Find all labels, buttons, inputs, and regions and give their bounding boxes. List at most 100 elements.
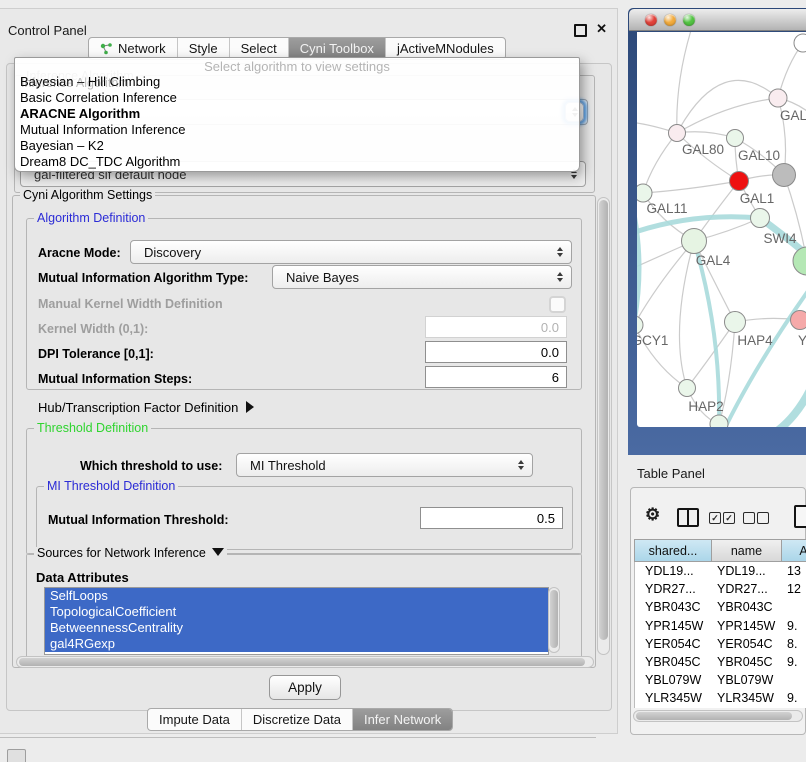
network-node[interactable] bbox=[773, 164, 796, 187]
sources-group-title[interactable]: Sources for Network Inference bbox=[34, 547, 227, 559]
aracne-mode-combo[interactable]: Discovery bbox=[130, 240, 572, 264]
network-edge bbox=[694, 241, 719, 424]
network-node[interactable] bbox=[682, 229, 707, 254]
algorithm-option[interactable]: ARACNE Algorithm bbox=[15, 106, 579, 122]
table-row[interactable]: YDR27...YDR27...12 bbox=[635, 580, 806, 598]
network-node[interactable] bbox=[794, 34, 806, 52]
table-cell: YDR27... bbox=[717, 582, 787, 596]
tab-select[interactable]: Select bbox=[229, 38, 288, 59]
mi-threshold-field[interactable]: 0.5 bbox=[420, 507, 563, 529]
aracne-mode-value: Discovery bbox=[144, 245, 201, 260]
table-row[interactable]: YBR043CYBR043C bbox=[635, 598, 806, 616]
algorithm-option[interactable]: Bayesian – K2 bbox=[15, 138, 579, 154]
kernel-width-label: Kernel Width (0,1): bbox=[38, 322, 148, 336]
mi-steps-field[interactable]: 6 bbox=[425, 366, 567, 388]
bottom-tabbar: Impute Data Discretize Data Infer Networ… bbox=[147, 708, 453, 731]
settings-horizontal-scrollbar[interactable] bbox=[16, 656, 594, 668]
table-row[interactable]: YBL079WYBL079W bbox=[635, 671, 806, 689]
tab-label: jActiveMNodules bbox=[397, 41, 494, 56]
column-header-partial[interactable]: A bbox=[782, 539, 806, 562]
settings-vertical-scrollbar[interactable] bbox=[597, 197, 610, 655]
tab-discretize-data[interactable]: Discretize Data bbox=[241, 709, 352, 730]
table-cell: YER054C bbox=[635, 637, 717, 651]
table-cell: YDR27... bbox=[635, 582, 717, 596]
table-row[interactable]: YDL19...YDL19...13 bbox=[635, 562, 806, 580]
control-panel-title: Control Panel bbox=[8, 23, 87, 38]
minimize-window-icon[interactable] bbox=[664, 14, 676, 26]
aracne-mode-label: Aracne Mode: bbox=[38, 246, 121, 260]
tab-label: Select bbox=[241, 41, 277, 56]
algorithm-option[interactable]: Mutual Information Inference bbox=[15, 122, 579, 138]
table-cell: YBR045C bbox=[635, 655, 717, 669]
tab-impute-data[interactable]: Impute Data bbox=[148, 709, 241, 730]
network-edge bbox=[773, 384, 806, 427]
gear-icon[interactable]: ⚙ bbox=[645, 506, 660, 524]
network-node[interactable] bbox=[637, 316, 643, 334]
network-node[interactable] bbox=[725, 312, 746, 333]
column-header-shared[interactable]: shared... bbox=[634, 539, 712, 562]
data-attribute-item[interactable]: SelfLoops bbox=[45, 588, 548, 604]
network-node[interactable] bbox=[730, 172, 749, 191]
data-attribute-item[interactable]: BetweennessCentrality bbox=[45, 620, 548, 636]
table-row[interactable]: YBR045CYBR045C9. bbox=[635, 653, 806, 671]
network-node[interactable] bbox=[791, 311, 806, 330]
tab-infer-network[interactable]: Infer Network bbox=[352, 709, 452, 730]
table-row[interactable]: YLR345WYLR345W9. bbox=[635, 689, 806, 707]
table-horizontal-scrollbar[interactable] bbox=[633, 710, 803, 722]
deselect-all-checkbox-icon[interactable] bbox=[743, 512, 755, 524]
table-row[interactable]: YER054CYER054C8. bbox=[635, 635, 806, 653]
zoom-window-icon[interactable] bbox=[683, 14, 695, 26]
network-node[interactable] bbox=[637, 184, 652, 202]
manual-kernel-checkbox[interactable] bbox=[549, 296, 566, 313]
split-columns-icon[interactable] bbox=[677, 508, 699, 527]
table-row[interactable]: YIL052CYIL052C9 bbox=[635, 708, 806, 709]
tab-cyni-toolbox[interactable]: Cyni Toolbox bbox=[288, 38, 385, 59]
network-window-titlebar[interactable] bbox=[629, 9, 806, 31]
network-node[interactable] bbox=[710, 415, 728, 427]
network-node[interactable] bbox=[751, 209, 770, 228]
table-cell: YER054C bbox=[717, 637, 787, 651]
apply-button[interactable]: Apply bbox=[269, 675, 341, 700]
cyni-algorithm-settings-title: Cyni Algorithm Settings bbox=[20, 189, 155, 201]
network-edge bbox=[677, 98, 778, 133]
network-node[interactable] bbox=[669, 125, 686, 142]
close-panel-icon[interactable]: ✕ bbox=[596, 21, 607, 37]
data-attribute-item[interactable]: TopologicalCoefficient bbox=[45, 604, 548, 620]
minimized-panel-icon[interactable] bbox=[7, 749, 26, 762]
deselect-all-checkbox-icon[interactable] bbox=[757, 512, 769, 524]
tab-network[interactable]: Network bbox=[89, 38, 177, 59]
network-node[interactable] bbox=[679, 380, 696, 397]
network-node[interactable] bbox=[793, 247, 806, 275]
mi-threshold-value: 0.5 bbox=[537, 511, 555, 526]
network-node[interactable] bbox=[727, 130, 744, 147]
attributes-scrollbar[interactable] bbox=[548, 587, 560, 653]
tab-jactivemnodules[interactable]: jActiveMNodules bbox=[385, 38, 505, 59]
mi-type-combo[interactable]: Naive Bayes bbox=[272, 265, 572, 289]
algorithm-option[interactable]: Basic Correlation Inference bbox=[15, 90, 579, 106]
expand-right-icon bbox=[246, 401, 254, 413]
table-row[interactable]: YPR145WYPR145W9. bbox=[635, 617, 806, 635]
select-all-checkbox-icon[interactable]: ✓ bbox=[723, 512, 735, 524]
table-cell: YBL079W bbox=[635, 673, 717, 687]
select-all-checkbox-icon[interactable]: ✓ bbox=[709, 512, 721, 524]
kernel-width-field[interactable]: 0.0 bbox=[425, 316, 567, 338]
which-threshold-label: Which threshold to use: bbox=[80, 459, 222, 473]
algorithm-option[interactable]: Dream8 DC_TDC Algorithm bbox=[15, 154, 579, 170]
table-panel-title: Table Panel bbox=[637, 466, 705, 481]
dpi-tolerance-field[interactable]: 0.0 bbox=[425, 341, 567, 363]
data-attribute-item[interactable]: gal4RGexp bbox=[45, 636, 548, 652]
export-table-icon[interactable] bbox=[794, 505, 806, 528]
network-canvas[interactable]: GALGAL80GAL10GAL1GAL11SWI4GAL4GCY1HAP4YH… bbox=[637, 32, 806, 427]
hub-definition-toggle[interactable]: Hub/Transcription Factor Definition bbox=[38, 400, 254, 415]
table-cell: YPR145W bbox=[717, 619, 787, 633]
network-edge bbox=[687, 322, 735, 388]
tab-label: Style bbox=[189, 41, 218, 56]
float-panel-icon[interactable] bbox=[574, 24, 587, 37]
network-graph: GALGAL80GAL10GAL1GAL11SWI4GAL4GCY1HAP4YH… bbox=[637, 32, 806, 427]
column-header-name[interactable]: name bbox=[712, 539, 782, 562]
dpi-tolerance-label: DPI Tolerance [0,1]: bbox=[38, 347, 154, 361]
network-node[interactable] bbox=[769, 89, 787, 107]
which-threshold-combo[interactable]: MI Threshold bbox=[236, 453, 533, 477]
close-window-icon[interactable] bbox=[645, 14, 657, 26]
tab-style[interactable]: Style bbox=[177, 38, 229, 59]
